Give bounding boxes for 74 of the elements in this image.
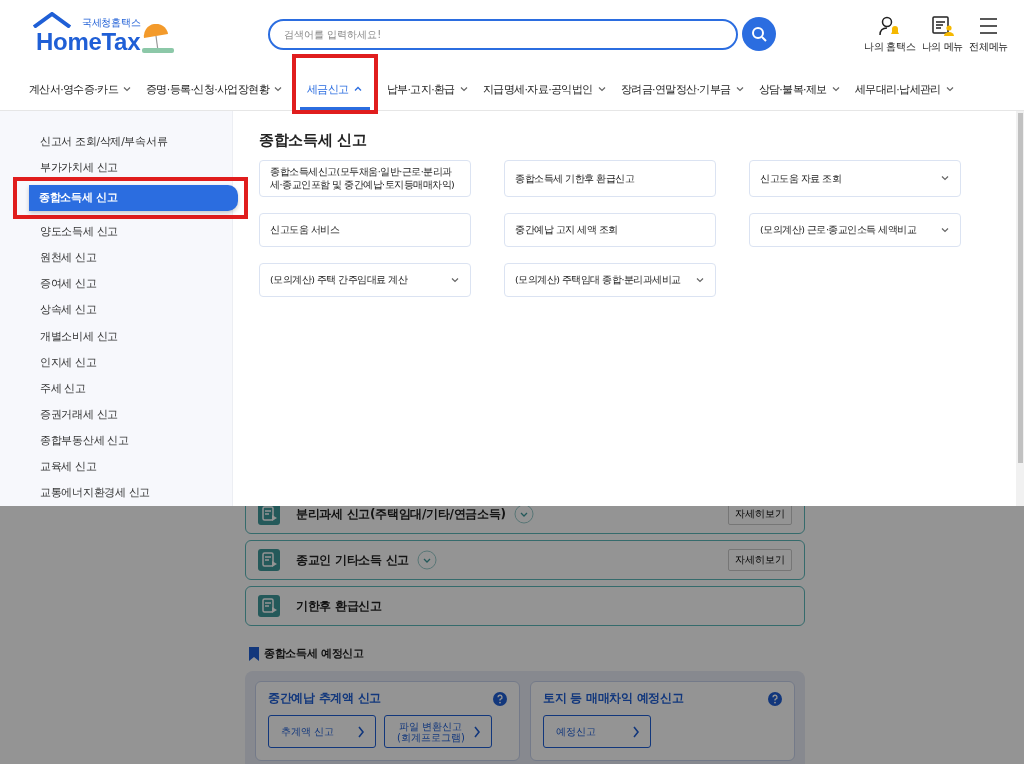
chevron-icon: [352, 84, 363, 94]
report-row[interactable]: 기한후 환급신고: [245, 586, 805, 626]
card-title: 토지 등 매매차익 예정신고: [543, 690, 684, 707]
nav-tab[interactable]: 납부·고지·환급: [379, 68, 476, 110]
header-link[interactable]: 전체메뉴: [969, 14, 1008, 54]
document-icon: [258, 549, 280, 571]
sidebar-item[interactable]: 교육세 신고: [0, 453, 232, 480]
logo-caption: 국세청홈택스: [82, 16, 141, 30]
menu-item[interactable]: (모의계산) 주택임대 종합·분리과세비교: [504, 262, 716, 297]
row-title: 분리과세 신고(주택임대/기타/연금소득): [296, 506, 506, 523]
chevron-icon: [944, 84, 955, 94]
chevron-icon: [273, 84, 284, 94]
sidebar-item[interactable]: 개별소비세 신고: [0, 323, 232, 350]
menu-item[interactable]: 신고도움 서비스: [259, 212, 471, 247]
row-title: 종교인 기타소득 신고: [296, 551, 410, 569]
card-title: 중간예납 추계액 신고: [268, 690, 382, 707]
detail-button[interactable]: 자세히보기: [728, 549, 792, 571]
menu-item[interactable]: 종합소득세신고(모두채움·일반·근로·분리과세·종교인포함 및 중간예납·토지등매매차익): [259, 160, 471, 197]
panel-title: 종합소득세 신고: [259, 131, 368, 150]
sidebar-item[interactable]: 신고서 조회/삭제/부속서류: [0, 129, 232, 156]
help-icon: [493, 691, 507, 706]
row-title: 기한후 환급신고: [296, 597, 382, 615]
section-title: 종합소득세 예정신고: [264, 646, 364, 661]
link-button[interactable]: 파일 변환신고 (회계프로그램): [384, 715, 492, 748]
sidebar-item[interactable]: 종합소득세 신고: [29, 185, 238, 212]
header-link[interactable]: 나의 홈택스: [864, 14, 916, 54]
nav-tab[interactable]: 증명·등록·신청·사업장현황: [139, 68, 291, 110]
search-field[interactable]: 검색어를 입력하세요!: [268, 18, 738, 50]
sidebar-item[interactable]: 양도소득세 신고: [0, 219, 232, 246]
chevron-icon: [122, 84, 132, 94]
sidebar-item[interactable]: 주세 신고: [0, 375, 232, 402]
sidebar-item[interactable]: 상속세 신고: [0, 297, 232, 324]
sidebar-item[interactable]: 증권거래세 신고: [0, 401, 232, 428]
nav-tab[interactable]: 지급명세·자료·공익법인: [475, 68, 614, 110]
menu-item[interactable]: 중간예납 고지 세액 조회: [504, 212, 716, 247]
nav-tab[interactable]: 세무대리·납세관리: [847, 68, 962, 110]
report-row[interactable]: 분리과세 신고(주택임대/기타/연금소득) 자세히보기: [245, 506, 805, 534]
report-row[interactable]: 종교인 기타소득 신고 자세히보기: [245, 540, 805, 580]
sidebar-item[interactable]: 인지세 신고: [0, 349, 232, 376]
house-roof-icon: [32, 12, 72, 28]
beach-umbrella-icon: [140, 24, 177, 54]
logo-text[interactable]: HomeTax: [36, 30, 141, 54]
chevron-icon: [596, 84, 607, 94]
chevron-icon: [458, 84, 469, 94]
sidebar-item[interactable]: 종합부동산세 신고: [0, 427, 232, 454]
menu-item[interactable]: (모의계산) 주택 간주임대료 계산: [259, 262, 471, 297]
help-icon: [768, 691, 782, 706]
sidebar-item[interactable]: 교통에너지환경세 신고: [0, 479, 232, 506]
menu-item[interactable]: (모의계산) 근로·종교인소득 세액비교: [749, 212, 961, 247]
nav-tab[interactable]: 세금신고: [300, 68, 370, 110]
document-icon: [258, 595, 280, 617]
nav-tab[interactable]: 장려금·연말정산·기부금: [613, 68, 752, 110]
chevron-right-icon: [357, 725, 365, 738]
person-bell-icon: [878, 14, 902, 37]
scrollbar[interactable]: [1017, 113, 1023, 463]
search-button[interactable]: [742, 17, 776, 51]
detail-button[interactable]: 자세히보기: [728, 506, 792, 525]
menu-item[interactable]: 종합소득세 기한후 환급신고: [504, 160, 716, 197]
chevron-right-icon: [473, 725, 481, 738]
link-button[interactable]: 추계액 신고: [268, 715, 376, 748]
bookmark-icon: [249, 646, 259, 661]
menu-item[interactable]: 신고도움 자료 조회: [749, 160, 961, 197]
sidebar-item[interactable]: 부가가치세 신고: [0, 155, 232, 182]
chevron-icon: [734, 84, 745, 94]
sidebar-item[interactable]: 원천세 신고: [0, 245, 232, 272]
chevron-right-icon: [632, 725, 640, 738]
nav-tab[interactable]: 계산서·영수증·카드: [22, 68, 139, 110]
search-icon: [751, 26, 767, 42]
header-link[interactable]: 나의 메뉴: [921, 14, 964, 54]
chevron-icon: [830, 84, 841, 94]
nav-tab[interactable]: 상담·불복·제보: [751, 68, 848, 110]
document-person-icon: [930, 14, 954, 37]
sidebar-item[interactable]: 증여세 신고: [0, 271, 232, 298]
link-button[interactable]: 예정신고: [543, 715, 651, 748]
